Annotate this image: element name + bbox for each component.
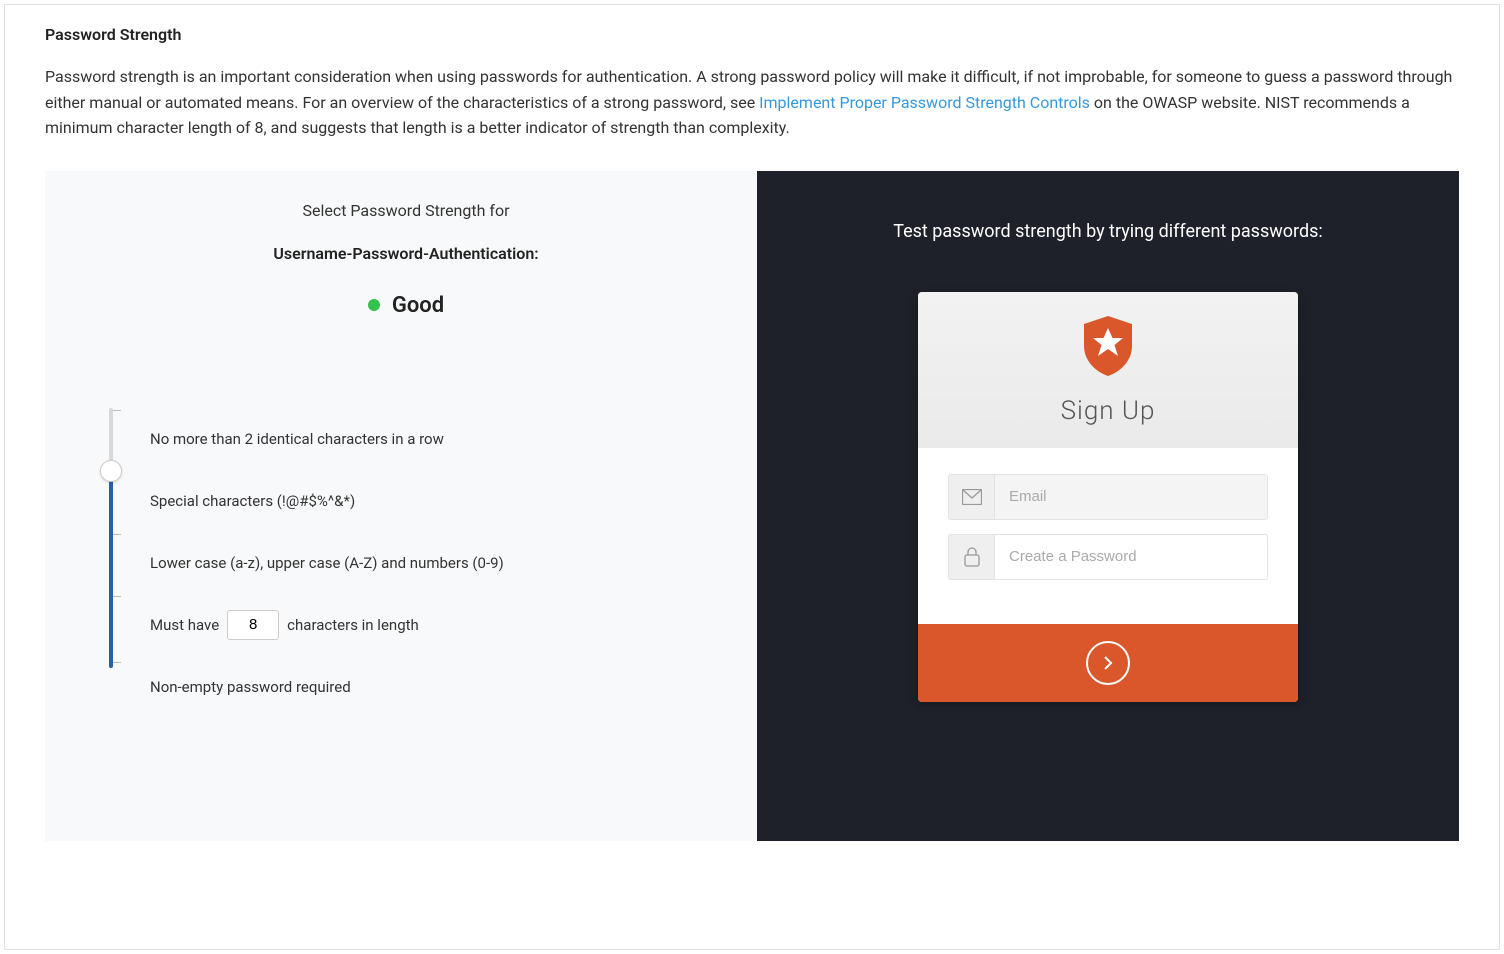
slider-handle[interactable] [100,460,122,482]
email-icon [948,474,994,520]
slider-tick [113,534,121,535]
chevron-right-icon [1103,656,1113,670]
email-input[interactable] [994,474,1268,520]
rule-min-length-prefix: Must have [150,616,219,634]
strength-label: Good [392,293,444,318]
test-title: Test password strength by trying differe… [893,221,1323,242]
auth0-logo-icon [1080,316,1136,376]
min-chars-input[interactable] [227,610,279,640]
owasp-link[interactable]: Implement Proper Password Strength Contr… [759,93,1090,112]
slider-tick [113,662,121,663]
rule-special-chars: Special characters (!@#$%^&*) [150,470,504,532]
connection-name: Username-Password-Authentication: [85,244,727,263]
section-description: Password strength is an important consid… [45,64,1459,141]
card-header: Sign Up [918,292,1298,448]
rule-min-length-suffix: characters in length [287,616,419,634]
signup-card: Sign Up [918,292,1298,702]
slider-tick [113,596,121,597]
strength-indicator-dot [368,299,380,311]
rule-min-length: Must have characters in length [150,594,504,656]
select-title: Select Password Strength for [85,201,727,220]
submit-button[interactable] [1086,641,1130,685]
strength-config-panel: Select Password Strength for Username-Pa… [45,171,757,841]
password-input[interactable] [994,534,1268,580]
slider-tick [113,410,121,411]
rule-non-empty: Non-empty password required [150,656,504,718]
test-password-panel: Test password strength by trying differe… [757,171,1459,841]
rule-case-numbers: Lower case (a-z), upper case (A-Z) and n… [150,532,504,594]
card-body [918,448,1298,624]
lock-icon [948,534,994,580]
rule-identical-chars: No more than 2 identical characters in a… [150,408,504,470]
section-title: Password Strength [45,25,1459,44]
strength-slider[interactable] [100,408,120,668]
signup-title: Sign Up [918,396,1298,426]
card-footer [918,624,1298,702]
slider-track-active [109,472,113,668]
